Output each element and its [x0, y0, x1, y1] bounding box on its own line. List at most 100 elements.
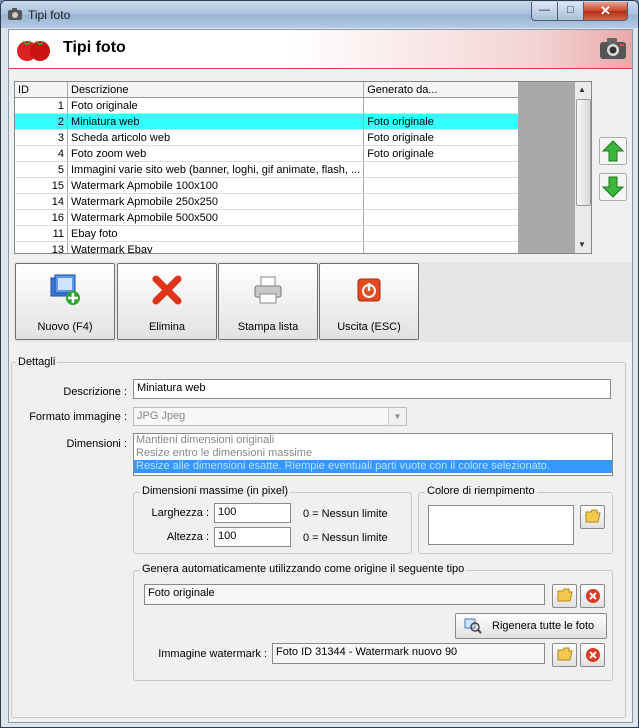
- formato-select[interactable]: JPG Jpeg ▼: [133, 407, 407, 426]
- cell-generato[interactable]: [363, 241, 532, 253]
- cell-id[interactable]: 3: [15, 129, 68, 146]
- chevron-down-icon[interactable]: ▼: [388, 408, 406, 425]
- cell-descrizione[interactable]: Foto originale: [67, 97, 365, 114]
- cell-descrizione[interactable]: Immagini varie sito web (banner, loghi, …: [67, 161, 365, 178]
- cell-generato[interactable]: Foto originale: [363, 129, 532, 146]
- cell-descrizione[interactable]: Miniatura web: [67, 113, 365, 130]
- dimensioni-listbox[interactable]: Mantieni dimensioni originali Resize entr…: [133, 433, 613, 476]
- cell-descrizione[interactable]: Scheda articolo web: [67, 129, 365, 146]
- genera-clear-button[interactable]: [580, 584, 605, 608]
- window-title: Tipi foto: [28, 8, 71, 22]
- altezza-hint: 0 = Nessun limite: [303, 532, 388, 544]
- dimensioni-massime-title: Dimensioni massime (in pixel): [140, 485, 291, 497]
- column-header-descrizione[interactable]: Descrizione: [67, 82, 365, 98]
- table-row[interactable]: 1 Foto originale: [15, 97, 532, 114]
- cell-descrizione[interactable]: Watermark Apmobile 100x100: [67, 177, 365, 194]
- dimensioni-label: Dimensioni :: [66, 438, 127, 450]
- close-button[interactable]: ✕: [583, 2, 628, 21]
- cell-generato[interactable]: [363, 161, 532, 178]
- watermark-clear-button[interactable]: [580, 643, 605, 667]
- cell-generato[interactable]: [363, 177, 532, 194]
- cell-id[interactable]: 11: [15, 225, 68, 242]
- cell-descrizione[interactable]: Ebay foto: [67, 225, 365, 242]
- cell-generato[interactable]: [363, 209, 532, 226]
- dettagli-legend: Dettagli: [18, 356, 56, 368]
- cell-descrizione[interactable]: Watermark Ebay: [67, 241, 365, 253]
- cell-descrizione[interactable]: Watermark Apmobile 500x500: [67, 209, 365, 226]
- grid-empty-area: [518, 82, 575, 253]
- cell-id[interactable]: 1: [15, 97, 68, 114]
- cell-generato[interactable]: [363, 225, 532, 242]
- client-area: Tipi foto ID Descrizione Generato da... …: [8, 29, 633, 723]
- descrizione-input[interactable]: Miniatura web: [133, 379, 611, 399]
- list-item[interactable]: Resize entro le dimensioni massime: [134, 447, 612, 460]
- uscita-label: Uscita (ESC): [337, 321, 401, 333]
- move-down-arrow-icon[interactable]: [599, 173, 627, 201]
- colore-swatch[interactable]: [428, 505, 574, 545]
- cell-descrizione[interactable]: Watermark Apmobile 250x250: [67, 193, 365, 210]
- cell-generato[interactable]: Foto originale: [363, 145, 532, 162]
- table-row[interactable]: 5 Immagini varie sito web (banner, loghi,…: [15, 161, 532, 178]
- cell-id[interactable]: 13: [15, 241, 68, 253]
- cell-id[interactable]: 4: [15, 145, 68, 162]
- camera-icon: [8, 8, 22, 20]
- table-row[interactable]: 14 Watermark Apmobile 250x250: [15, 193, 532, 210]
- table-row[interactable]: 11 Ebay foto: [15, 225, 532, 242]
- title-bar[interactable]: Tipi foto — □ ✕: [1, 1, 638, 28]
- camera-logo-icon: [600, 38, 626, 59]
- magnifier-photo-icon: [464, 618, 482, 634]
- cell-generato[interactable]: [363, 97, 532, 114]
- column-header-generato[interactable]: Generato da...: [363, 82, 532, 98]
- move-up-arrow-icon[interactable]: [599, 137, 627, 165]
- scrollbar-thumb[interactable]: [576, 99, 591, 206]
- table-row[interactable]: 4 Foto zoom web Foto originale: [15, 145, 532, 162]
- folder-icon: [557, 588, 573, 602]
- cell-id[interactable]: 15: [15, 177, 68, 194]
- rigenera-label: Rigenera tutte le foto: [492, 620, 595, 632]
- minimize-button[interactable]: —: [531, 2, 558, 21]
- printer-icon: [254, 276, 282, 304]
- column-header-id[interactable]: ID: [15, 82, 68, 98]
- elimina-label: Elimina: [148, 321, 186, 333]
- watermark-field[interactable]: Foto ID 31344 - Watermark nuovo 90: [272, 643, 545, 664]
- uscita-button[interactable]: Uscita (ESC): [319, 263, 419, 340]
- delete-x-icon: [152, 275, 182, 305]
- power-icon: [357, 278, 381, 302]
- descrizione-label: Descrizione :: [63, 386, 127, 398]
- altezza-input[interactable]: 100: [214, 527, 291, 547]
- list-item[interactable]: Mantieni dimensioni originali: [134, 434, 612, 447]
- maximize-button[interactable]: □: [557, 2, 584, 21]
- cell-id[interactable]: 2: [15, 113, 68, 130]
- larghezza-input[interactable]: 100: [214, 503, 291, 523]
- elimina-button[interactable]: Elimina: [117, 263, 217, 340]
- cell-id[interactable]: 16: [15, 209, 68, 226]
- larghezza-label: Larghezza :: [151, 507, 209, 519]
- altezza-label: Altezza :: [166, 531, 209, 543]
- cell-id[interactable]: 5: [15, 161, 68, 178]
- genera-origine-field[interactable]: Foto originale: [144, 584, 545, 605]
- cell-generato[interactable]: [363, 193, 532, 210]
- cell-descrizione[interactable]: Foto zoom web: [67, 145, 365, 162]
- nuovo-button[interactable]: Nuovo (F4): [15, 263, 115, 340]
- table-row[interactable]: 2 Miniatura web Foto originale: [15, 113, 532, 130]
- table-row[interactable]: 15 Watermark Apmobile 100x100: [15, 177, 532, 194]
- watermark-folder-button[interactable]: [552, 643, 577, 667]
- grid-scrollbar[interactable]: ▲ ▼: [575, 82, 591, 253]
- colore-folder-button[interactable]: [580, 505, 605, 529]
- clear-x-icon: [586, 648, 600, 662]
- table-row[interactable]: 3 Scheda articolo web Foto originale: [15, 129, 532, 146]
- rigenera-button[interactable]: Rigenera tutte le foto: [455, 613, 607, 639]
- table-row[interactable]: 16 Watermark Apmobile 500x500: [15, 209, 532, 226]
- list-item[interactable]: Resize alle dimensioni esatte. Riempie e…: [134, 460, 612, 473]
- scroll-down-icon[interactable]: ▼: [578, 240, 586, 249]
- folder-icon: [585, 509, 601, 523]
- table-row[interactable]: 13 Watermark Ebay: [15, 241, 532, 253]
- scroll-up-icon[interactable]: ▲: [578, 85, 586, 94]
- genera-title: Genera automaticamente utilizzando come …: [140, 563, 467, 575]
- cell-id[interactable]: 14: [15, 193, 68, 210]
- tipi-foto-grid[interactable]: ID Descrizione Generato da... 1 Foto orig…: [14, 81, 592, 254]
- stampa-lista-button[interactable]: Stampa lista: [218, 263, 318, 340]
- cell-generato[interactable]: Foto originale: [363, 113, 532, 130]
- genera-folder-button[interactable]: [552, 584, 577, 608]
- strawberry-logo-icon: [17, 40, 50, 61]
